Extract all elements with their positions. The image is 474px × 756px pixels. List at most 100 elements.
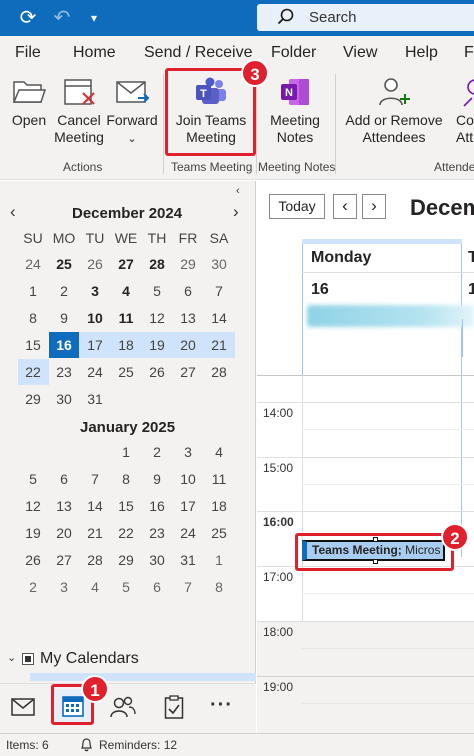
date-cell[interactable]: 29 [173,251,203,277]
date-cell[interactable]: 13 [49,493,79,519]
date-cell[interactable]: 30 [49,386,79,412]
date-cell[interactable]: 14 [80,493,110,519]
date-cell[interactable]: 25 [111,359,141,385]
prev-month-button[interactable]: ‹ [10,202,16,222]
cancel-meeting-button[interactable]: Cancel Meeting [54,76,104,146]
date-cell[interactable]: 3 [173,439,203,465]
reminders-count[interactable]: Reminders: 12 [99,738,177,752]
customize-toolbar-icon[interactable]: ▾ [82,6,106,30]
forward-button[interactable]: Forward ⌄ [106,76,158,148]
date-cell[interactable]: 4 [111,278,141,304]
date-cell[interactable]: 31 [173,547,203,573]
mail-icon[interactable] [11,698,35,716]
tab-help[interactable]: Help [405,44,438,62]
date-cell[interactable]: 29 [111,547,141,573]
date-cell[interactable]: 5 [18,466,48,492]
date-cell[interactable]: 18 [204,493,234,519]
today-button[interactable]: Today [269,194,325,219]
date-cell[interactable]: 11 [111,305,141,331]
date-cell[interactable]: 23 [142,520,172,546]
tab-send-receive[interactable]: Send / Receive [144,44,253,62]
date-cell[interactable]: 23 [49,359,79,385]
date-cell[interactable]: 28 [204,359,234,385]
date-cell[interactable]: 27 [49,547,79,573]
date-cell[interactable]: 4 [204,439,234,465]
all-day-event-blurred[interactable] [307,305,474,327]
date-cell[interactable]: 16 [142,493,172,519]
tab-home[interactable]: Home [73,44,116,62]
date-cell[interactable]: 22 [18,359,48,385]
date-cell[interactable]: 17 [173,493,203,519]
undo-icon[interactable]: ↶ [50,6,74,30]
open-button[interactable]: Open [6,76,52,129]
date-cell[interactable]: 12 [18,493,48,519]
tab-folder[interactable]: Folder [271,44,316,62]
date-cell[interactable]: 6 [142,574,172,600]
date-cell[interactable]: 24 [173,520,203,546]
date-cell[interactable]: 1 [18,278,48,304]
next-period-button[interactable]: › [362,194,386,219]
date-cell[interactable]: 18 [111,332,141,358]
search-input[interactable]: Search [257,4,474,31]
date-cell[interactable]: 5 [142,278,172,304]
date-cell[interactable]: 10 [173,466,203,492]
meeting-notes-button[interactable]: N Meeting Notes [262,76,328,146]
date-cell[interactable]: 30 [142,547,172,573]
date-cell[interactable]: 20 [49,520,79,546]
date-cell[interactable]: 13 [173,305,203,331]
date-cell[interactable]: 28 [142,251,172,277]
date-cell[interactable]: 2 [18,574,48,600]
date-cell[interactable]: 27 [173,359,203,385]
date-cell[interactable]: 22 [111,520,141,546]
date-cell[interactable]: 3 [49,574,79,600]
date-cell[interactable]: 29 [18,386,48,412]
date-cell[interactable]: 20 [173,332,203,358]
date-cell[interactable]: 7 [173,574,203,600]
date-cell[interactable]: 30 [204,251,234,277]
tab-file[interactable]: File [15,44,41,62]
date-cell[interactable]: 24 [80,359,110,385]
date-cell[interactable]: 7 [204,278,234,304]
date-cell[interactable]: 31 [80,386,110,412]
date-cell[interactable]: 26 [18,547,48,573]
date-cell[interactable]: 3 [80,278,110,304]
date-cell[interactable]: 26 [142,359,172,385]
date-cell[interactable]: 8 [18,305,48,331]
date-cell[interactable]: 24 [18,251,48,277]
date-cell[interactable]: 14 [204,305,234,331]
date-cell[interactable]: 7 [80,466,110,492]
date-cell[interactable]: 9 [49,305,79,331]
date-cell[interactable]: 6 [173,278,203,304]
date-cell-today[interactable]: 16 [49,332,79,358]
date-cell[interactable]: 1 [204,547,234,573]
date-cell[interactable]: 8 [204,574,234,600]
add-remove-attendees-button[interactable]: Add or Remove Attendees [342,76,446,146]
date-cell[interactable]: 21 [204,332,234,358]
tab-overflow[interactable]: F [464,44,474,62]
date-cell[interactable]: 15 [111,493,141,519]
date-cell[interactable]: 9 [142,466,172,492]
date-cell[interactable]: 10 [80,305,110,331]
date-cell[interactable]: 17 [80,332,110,358]
contact-attendees-button[interactable]: Co Att [456,76,474,146]
sync-icon[interactable]: ⟳ [16,6,40,30]
date-cell[interactable]: 25 [49,251,79,277]
date-cell[interactable]: 15 [18,332,48,358]
date-cell[interactable]: 4 [80,574,110,600]
checkbox-icon[interactable] [22,653,34,665]
more-apps-icon[interactable]: ··· [210,694,233,717]
previous-period-button[interactable]: ‹ [333,194,357,219]
date-cell[interactable]: 12 [142,305,172,331]
date-cell[interactable]: 2 [142,439,172,465]
date-cell[interactable]: 26 [80,251,110,277]
tab-view[interactable]: View [343,44,377,62]
date-cell[interactable]: 11 [204,466,234,492]
calendar-list-item[interactable] [30,673,256,681]
date-cell[interactable]: 25 [204,520,234,546]
date-cell[interactable]: 8 [111,466,141,492]
date-cell[interactable]: 1 [111,439,141,465]
date-cell[interactable]: 19 [18,520,48,546]
my-calendars-group[interactable]: ⌄ My Calendars [0,647,256,673]
date-cell[interactable]: 27 [111,251,141,277]
date-cell[interactable]: 5 [111,574,141,600]
